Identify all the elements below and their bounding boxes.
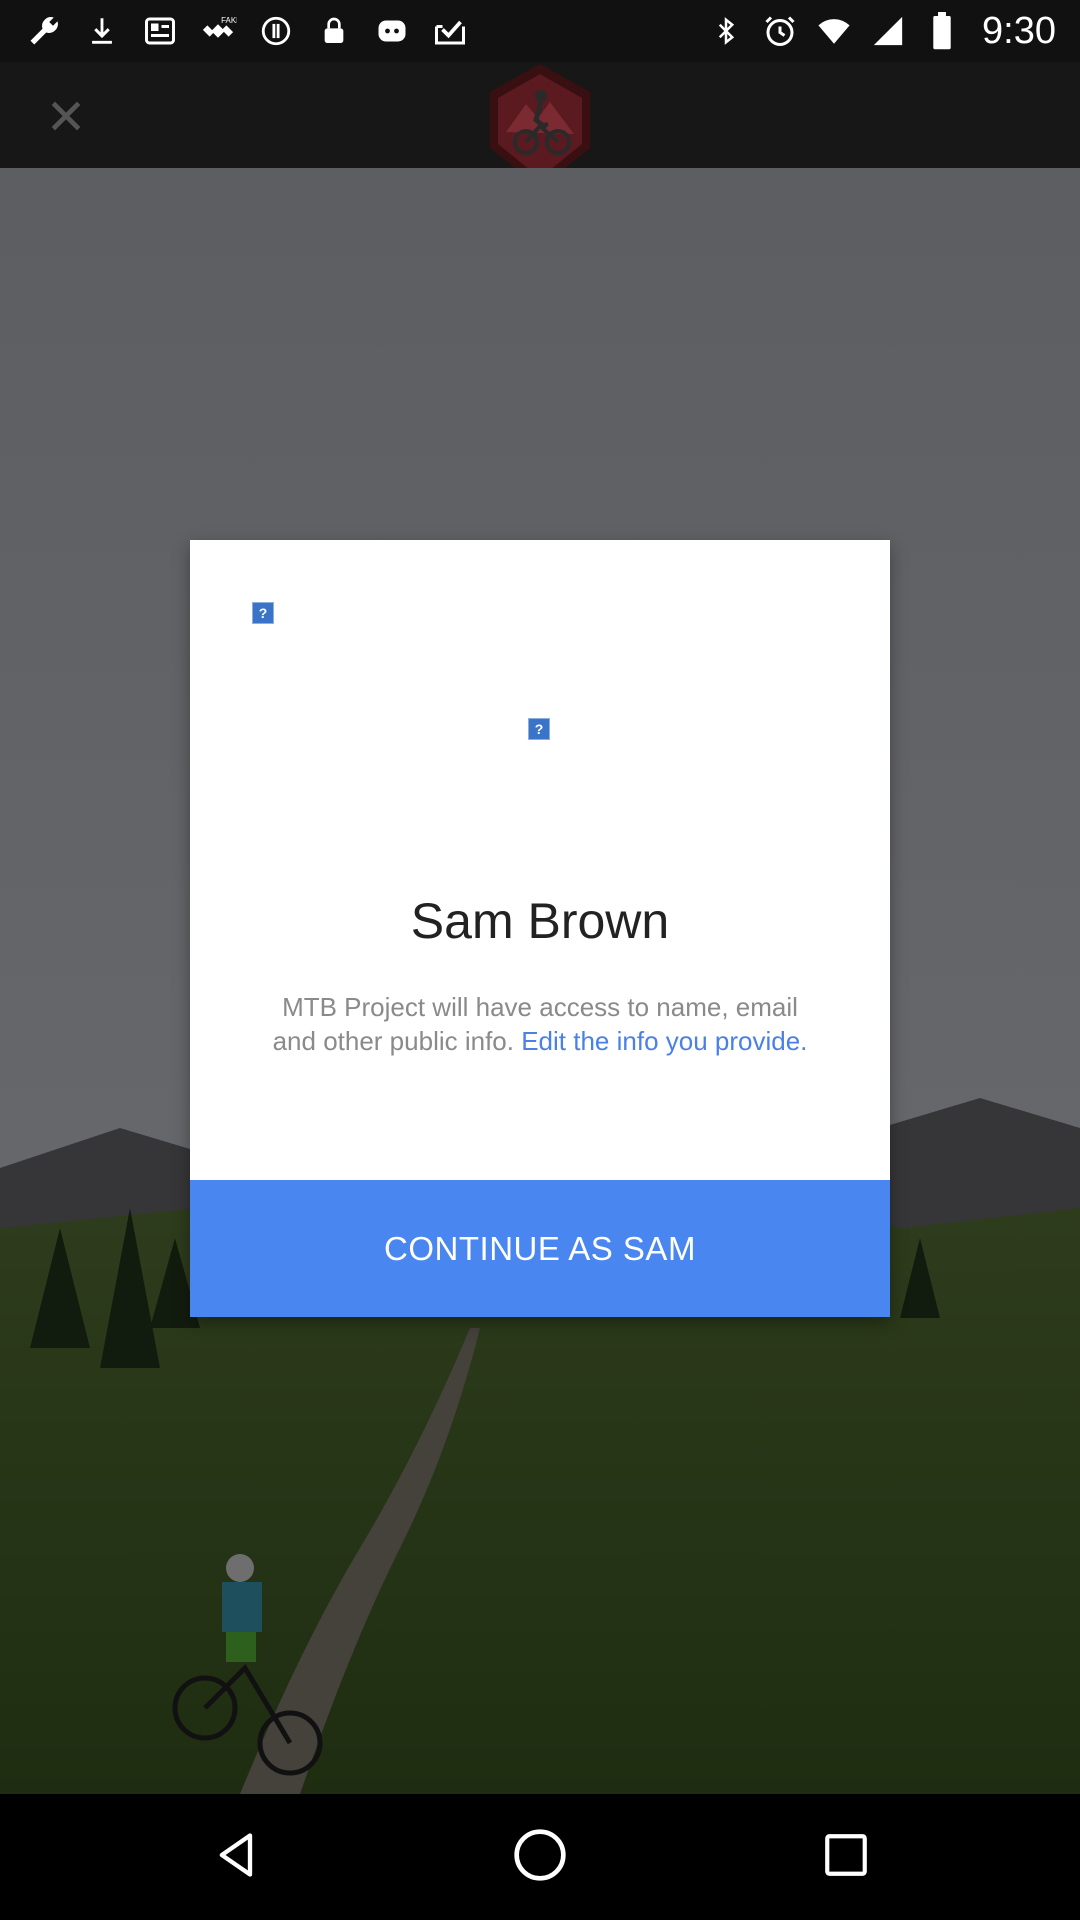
svg-text:FAKE: FAKE (221, 16, 237, 25)
wifi-icon (814, 11, 854, 51)
signal-icon (868, 11, 908, 51)
download-icon (82, 11, 122, 51)
bluetooth-icon (706, 11, 746, 51)
recents-icon (821, 1830, 871, 1885)
back-button[interactable] (207, 1827, 267, 1887)
back-icon (211, 1827, 263, 1888)
lock-icon (314, 11, 354, 51)
recents-button[interactable] (816, 1827, 876, 1887)
battery-icon (922, 11, 962, 51)
close-button[interactable] (40, 92, 92, 144)
navigation-bar (0, 1794, 1080, 1920)
edit-info-link[interactable]: Edit the info you provide. (521, 1026, 807, 1056)
info-icon (256, 11, 296, 51)
status-bar: FAKE 9:30 (0, 0, 1080, 62)
news-icon (140, 11, 180, 51)
profile-image-placeholder: ? (528, 718, 550, 740)
home-button[interactable] (510, 1827, 570, 1887)
status-bar-notifications: FAKE (24, 10, 470, 52)
user-name: Sam Brown (410, 893, 670, 949)
check-inbox-icon (430, 11, 470, 51)
clock: 9:30 (982, 9, 1056, 52)
app-icon (372, 11, 412, 51)
home-icon (512, 1827, 568, 1888)
app-image-placeholder: ? (252, 602, 274, 624)
permission-info: MTB Project will have access to name, em… (270, 990, 810, 1058)
login-consent-dialog: ? ? Sam Brown MTB Project will have acce… (190, 540, 890, 1317)
close-icon (47, 97, 85, 140)
fake-gps-icon: FAKE (198, 11, 238, 51)
status-bar-system: 9:30 (706, 10, 1056, 52)
continue-button[interactable]: CONTINUE AS SAM (190, 1180, 890, 1317)
alarm-icon (760, 11, 800, 51)
wrench-icon (24, 11, 64, 51)
